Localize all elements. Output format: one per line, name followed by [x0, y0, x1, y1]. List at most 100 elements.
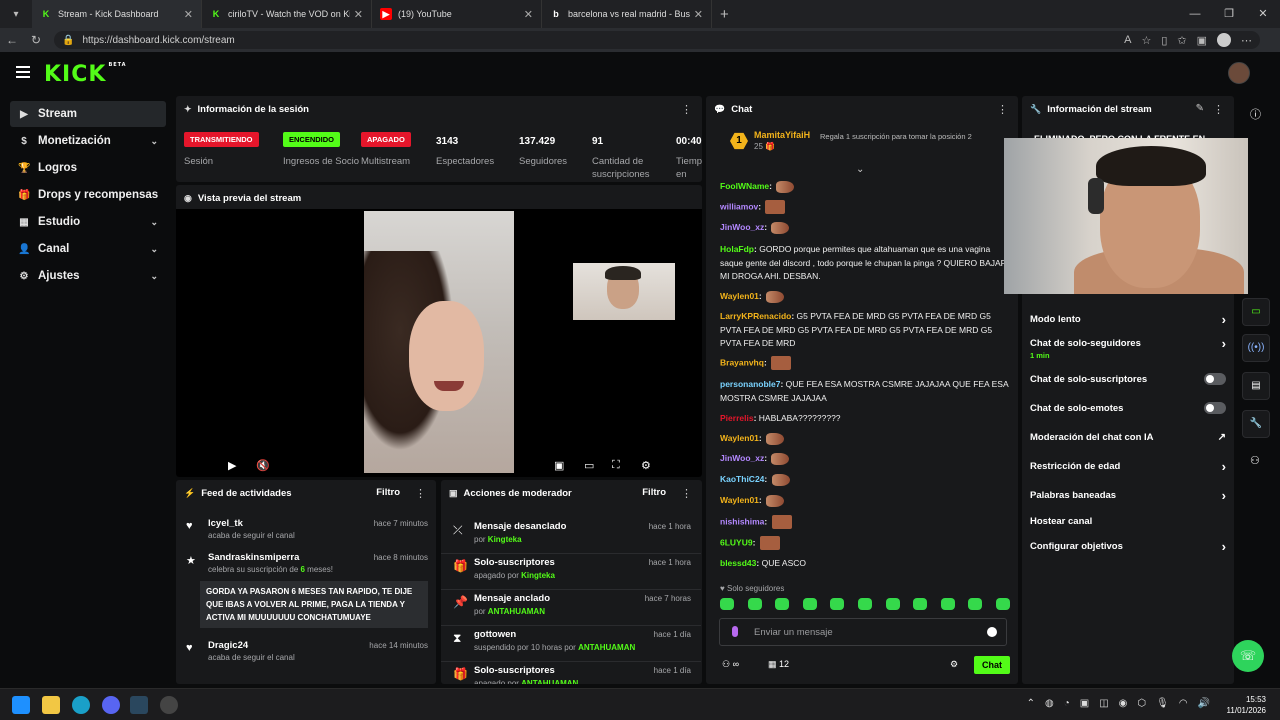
- edit-icon[interactable]: ✎: [1196, 103, 1204, 114]
- moderator-name[interactable]: ANTAHUAMAN: [578, 643, 635, 652]
- tray-steam-icon[interactable]: ◉: [1119, 698, 1128, 709]
- kick-logo[interactable]: KICKBETA: [44, 62, 127, 87]
- quick-emote[interactable]: [803, 598, 817, 610]
- video-player[interactable]: ▶ 🔇 ▣ ▭ ⛶ ⚙: [176, 209, 702, 477]
- chat-username[interactable]: Waylen01: [720, 433, 759, 443]
- rail-chat-icon[interactable]: ▭: [1242, 298, 1270, 326]
- help-fab-icon[interactable]: ☏: [1232, 640, 1264, 672]
- moderator-name[interactable]: ANTAHUAMAN: [488, 607, 545, 616]
- chevron-right-icon[interactable]: ›: [1222, 488, 1226, 503]
- stream-setting-modo-lento[interactable]: Modo lento›: [1030, 314, 1226, 336]
- stream-setting-chat-de-solo-seguidores[interactable]: Chat de solo-seguidores1 min›: [1030, 338, 1226, 360]
- quick-emote[interactable]: [886, 598, 900, 610]
- external-link-icon[interactable]: ↗: [1218, 432, 1226, 443]
- tab-actions-icon[interactable]: ▾: [4, 2, 28, 26]
- stream-setting-restricci-n-de-edad[interactable]: Restricción de edad›: [1030, 461, 1226, 483]
- favorite-icon[interactable]: ☆: [1141, 34, 1151, 47]
- chevron-right-icon[interactable]: ›: [1222, 312, 1226, 327]
- tray-app-icon[interactable]: ◍: [1045, 698, 1054, 709]
- sidebar-item-ajustes[interactable]: ⚙Ajustes⌄: [10, 263, 166, 289]
- quick-emote[interactable]: [720, 598, 734, 610]
- chat-username[interactable]: KaoThiC24: [720, 474, 764, 484]
- stream-setting-configurar-objetivos[interactable]: Configurar objetivos›: [1030, 541, 1226, 563]
- stream-setting-chat-de-solo-suscriptores[interactable]: Chat de solo-suscriptores: [1030, 374, 1226, 396]
- mic-icon[interactable]: [732, 626, 738, 637]
- chevron-down-icon[interactable]: ⌄: [150, 271, 158, 282]
- quick-emote[interactable]: [941, 598, 955, 610]
- close-tab-icon[interactable]: ✕: [354, 8, 363, 21]
- windows-start-icon[interactable]: [12, 696, 30, 714]
- chat-username[interactable]: FoolWName: [720, 181, 769, 191]
- chevron-down-icon[interactable]: ⌄: [150, 217, 158, 228]
- play-icon[interactable]: ▶: [228, 459, 236, 472]
- tray-app-icon[interactable]: ◫: [1099, 698, 1108, 709]
- steam-icon[interactable]: [130, 696, 148, 714]
- stream-setting-hostear-canal[interactable]: Hostear canal: [1030, 516, 1226, 538]
- close-tab-icon[interactable]: ✕: [524, 8, 533, 21]
- settings-icon[interactable]: ⚙: [641, 459, 651, 472]
- tray-app-icon[interactable]: ⬡: [1137, 698, 1146, 709]
- rail-broadcast-icon[interactable]: ((•)): [1242, 334, 1270, 362]
- collections-icon[interactable]: ▣: [1197, 34, 1207, 47]
- reload-icon[interactable]: ↻: [24, 33, 48, 47]
- browser-tab[interactable]: bbarcelona vs real madrid - Buscar✕: [542, 0, 712, 28]
- back-icon[interactable]: ←: [0, 33, 24, 47]
- favorites-icon[interactable]: ✩: [1177, 34, 1186, 47]
- rail-tools-icon[interactable]: 🔧: [1242, 410, 1270, 438]
- feed-username[interactable]: Dragic24: [208, 640, 248, 651]
- collapse-icon[interactable]: ⌄: [856, 164, 864, 175]
- edge-icon[interactable]: [72, 696, 90, 714]
- session-menu-icon[interactable]: ⋮: [681, 103, 692, 116]
- chat-input[interactable]: Enviar un mensaje: [719, 618, 1007, 646]
- chat-username[interactable]: Waylen01: [720, 495, 759, 505]
- chat-username[interactable]: JinWoo_xz: [720, 222, 764, 232]
- read-aloud-icon[interactable]: A: [1124, 34, 1131, 46]
- stream-setting-palabras-baneadas[interactable]: Palabras baneadas›: [1030, 490, 1226, 512]
- toggle-switch[interactable]: [1204, 373, 1226, 385]
- chat-username[interactable]: JinWoo_xz: [720, 453, 764, 463]
- pinned-user[interactable]: MamitaYifaiH: [754, 130, 810, 140]
- sidebar-item-logros[interactable]: 🏆Logros: [10, 155, 166, 181]
- sidebar-item-monetizaci-n[interactable]: $Monetización⌄: [10, 128, 166, 154]
- users-icon[interactable]: ⚇ ∞: [722, 659, 739, 670]
- volume-icon[interactable]: 🔊: [1198, 698, 1210, 709]
- profile-icon[interactable]: [1217, 33, 1231, 47]
- minimize-icon[interactable]: —: [1178, 0, 1212, 28]
- feed-menu-icon[interactable]: ⋮: [415, 487, 426, 500]
- chat-username[interactable]: williamov: [720, 201, 758, 211]
- mic-tray-icon[interactable]: 🎙: [1156, 698, 1169, 709]
- moderator-name[interactable]: ANTAHUAMAN: [521, 679, 578, 684]
- chat-username[interactable]: nishishima: [720, 516, 764, 526]
- chat-username[interactable]: blessd43: [720, 558, 756, 568]
- theater-icon[interactable]: ▭: [584, 459, 594, 472]
- chevron-right-icon[interactable]: ›: [1222, 459, 1226, 474]
- quick-emote[interactable]: [858, 598, 872, 610]
- tray-app-icon[interactable]: ▣: [1080, 698, 1089, 709]
- info-icon[interactable]: ⓘ: [1250, 106, 1261, 122]
- mute-icon[interactable]: 🔇: [256, 459, 270, 472]
- quick-emote[interactable]: [913, 598, 927, 610]
- chat-username[interactable]: Pierrelis: [720, 413, 754, 423]
- toggle-switch[interactable]: [1204, 402, 1226, 414]
- close-tab-icon[interactable]: ✕: [184, 8, 193, 21]
- feed-filter-button[interactable]: Filtro: [376, 487, 400, 498]
- wifi-icon[interactable]: ◠: [1179, 698, 1188, 709]
- sidebar-item-stream[interactable]: ▶Stream: [10, 101, 166, 127]
- new-tab-button[interactable]: +: [720, 6, 729, 23]
- maximize-icon[interactable]: ❐: [1212, 0, 1246, 28]
- mod-filter-button[interactable]: Filtro: [642, 487, 666, 498]
- quick-emote[interactable]: [775, 598, 789, 610]
- quick-emote[interactable]: [748, 598, 762, 610]
- chat-username[interactable]: Waylen01: [720, 291, 759, 301]
- more-icon[interactable]: ⋯: [1241, 34, 1252, 47]
- chat-username[interactable]: LarryKPRenacido: [720, 311, 791, 321]
- pip-icon[interactable]: ▣: [554, 459, 564, 472]
- close-tab-icon[interactable]: ✕: [694, 8, 703, 21]
- chat-username[interactable]: 6LUYU9: [720, 537, 753, 547]
- stream-info-menu-icon[interactable]: ⋮: [1213, 103, 1224, 116]
- stream-setting-chat-de-solo-emotes[interactable]: Chat de solo-emotes: [1030, 403, 1226, 425]
- mod-menu-icon[interactable]: ⋮: [681, 487, 692, 500]
- avatar[interactable]: [1228, 62, 1250, 84]
- chevron-right-icon[interactable]: ›: [1222, 336, 1226, 351]
- file-explorer-icon[interactable]: [42, 696, 60, 714]
